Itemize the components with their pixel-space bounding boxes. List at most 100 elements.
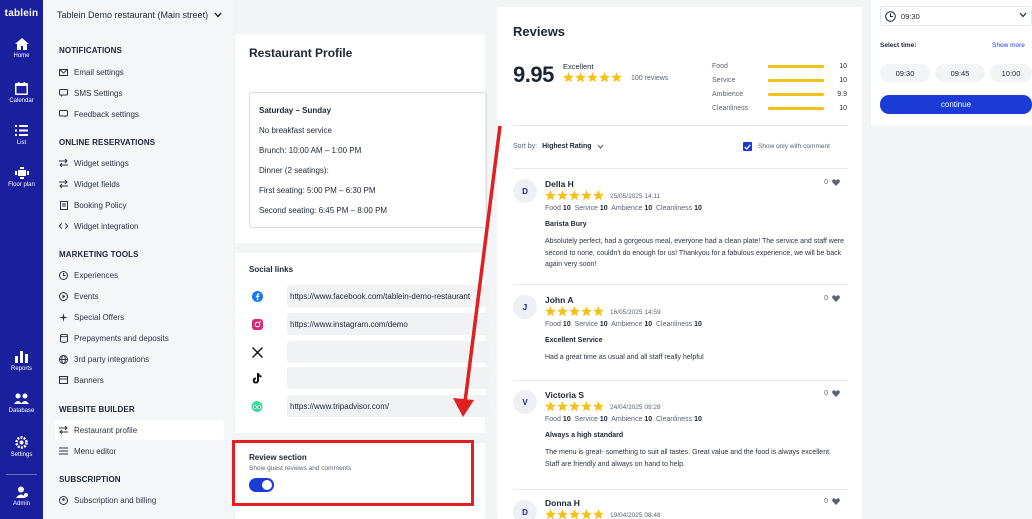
menu-item-third-party[interactable]: 3rd party integrations <box>59 349 225 369</box>
rail-item-list[interactable]: List <box>0 124 43 146</box>
hours-line: No breakfast service <box>259 126 332 135</box>
like-button[interactable]: 0 <box>824 498 840 505</box>
like-count: 0 <box>824 295 828 302</box>
category-value: 10 <box>839 104 847 112</box>
category-name: Cleanliness <box>712 104 749 112</box>
checkbox-checked[interactable] <box>743 142 752 151</box>
like-button[interactable]: 0 <box>824 295 840 302</box>
rail-item-settings[interactable]: Settings <box>0 436 43 458</box>
coins-icon <box>59 333 68 343</box>
instagram-icon <box>249 318 265 330</box>
menu-item-sms-settings[interactable]: SMS Settings <box>59 83 225 103</box>
overall-score: 9.95 <box>513 62 554 87</box>
divider <box>513 125 848 126</box>
nav-rail: tablein Home Calendar List Floor plan Re… <box>0 0 43 519</box>
time-select[interactable]: 09:30 <box>880 6 1032 26</box>
divider <box>513 168 848 169</box>
menu-item-menu-editor[interactable]: Menu editor <box>59 441 225 461</box>
menu-item-prepayments[interactable]: Prepayments and deposits <box>59 328 225 348</box>
menu-item-widget-fields[interactable]: Widget fields <box>59 174 225 194</box>
rail-item-reports[interactable]: Reports <box>0 351 43 372</box>
review-item: D Della H 0 25/05/2025 14:11 Food 10 Ser… <box>513 179 848 279</box>
swap-icon <box>59 159 68 168</box>
facebook-icon <box>249 290 265 302</box>
rail-item-admin[interactable]: Admin <box>0 486 43 507</box>
review-item: J John A 0 16/05/2025 14:59 Food 10 Serv… <box>513 295 848 375</box>
reviewer-name: John A <box>545 295 574 305</box>
divider <box>513 284 848 285</box>
menu-item-subscription-billing[interactable]: Subscription and billing <box>59 490 225 510</box>
divider <box>513 380 848 381</box>
menu-item-label: Prepayments and deposits <box>74 333 169 343</box>
category-bar <box>768 64 824 68</box>
continue-button[interactable]: continue <box>880 95 1032 114</box>
menu-item-experiences[interactable]: Experiences <box>59 265 225 285</box>
home-icon <box>14 38 29 50</box>
menu-item-label: Special Offers <box>74 312 125 322</box>
menu-item-widget-integration[interactable]: Widget integration <box>59 216 225 236</box>
hours-line: First seating: 5:00 PM – 6:30 PM <box>259 186 376 195</box>
restaurant-selector[interactable]: Tablein Demo restaurant (Main street) <box>57 10 222 20</box>
menu-item-label: Booking Policy <box>74 200 127 210</box>
tripadvisor-url-input[interactable]: https://www.tripadvisor.com/ <box>287 395 489 417</box>
app-logo: tablein <box>4 8 39 19</box>
only-with-comment-filter[interactable]: Show only with comment <box>743 142 830 151</box>
booking-widget: 09:30 Select time: Show more 09:30 09:45… <box>871 0 1032 126</box>
score-label: Excellent <box>563 62 594 71</box>
rail-label: Home <box>13 53 30 59</box>
menu-item-events[interactable]: Events <box>59 286 225 306</box>
check-icon <box>744 143 751 150</box>
menu-item-label: Restaurant profile <box>74 425 138 435</box>
sparkle-icon <box>59 312 68 322</box>
sms-icon <box>59 89 68 98</box>
review-stars <box>545 190 605 203</box>
review-stars <box>545 306 605 319</box>
rail-label: Admin <box>12 501 30 507</box>
menu-item-restaurant-profile[interactable]: Restaurant profile <box>55 420 224 440</box>
review-title: Excellent Service <box>545 337 603 344</box>
sort-value: Highest Rating <box>542 143 592 150</box>
menu-item-feedback-settings[interactable]: Feedback settings <box>59 104 225 124</box>
menu-item-label: Experiences <box>74 270 119 280</box>
review-text: The menu is great- something to suit all… <box>545 449 831 468</box>
tiktok-url-input[interactable] <box>287 367 489 389</box>
chevron-down-icon <box>214 12 222 18</box>
reviewer-name: Donna H <box>545 498 580 508</box>
settings-menu: Tablein Demo restaurant (Main street) NO… <box>43 0 233 519</box>
rail-item-floor-plan[interactable]: Floor plan <box>0 167 43 188</box>
clock-icon <box>885 10 896 22</box>
menu-item-widget-settings[interactable]: Widget settings <box>59 153 225 173</box>
banner-icon <box>59 376 68 385</box>
show-more-link[interactable]: Show more <box>992 42 1025 49</box>
reports-icon <box>15 351 28 363</box>
menu-item-label: Banners <box>74 375 104 385</box>
menu-item-special-offers[interactable]: Special Offers <box>59 307 225 327</box>
chevron-down-icon <box>1019 12 1027 18</box>
code-icon <box>59 222 68 231</box>
social-row-tripadvisor: https://www.tripadvisor.com/ <box>249 395 489 417</box>
category-name: Ambience <box>712 90 744 98</box>
time-slot[interactable]: 09:30 <box>880 64 930 82</box>
avatar: V <box>513 390 537 414</box>
rail-item-home[interactable]: Home <box>0 38 43 59</box>
category-food: Food 10 <box>712 60 847 72</box>
facebook-url-input[interactable]: https://www.facebook.com/tablein-demo-re… <box>287 285 489 307</box>
rail-item-database[interactable]: Database <box>0 393 43 414</box>
menu-item-label: Subscription and billing <box>74 495 157 505</box>
instagram-url-input[interactable]: https://www.instagram.com/demo <box>287 313 489 335</box>
menu-item-booking-policy[interactable]: Booking Policy <box>59 195 225 215</box>
rail-item-calendar[interactable]: Calendar <box>0 82 43 104</box>
like-button[interactable]: 0 <box>824 179 840 186</box>
category-value: 9.9 <box>837 90 847 98</box>
opening-hours-editor[interactable]: Saturday – Sunday No breakfast service B… <box>249 92 487 228</box>
like-button[interactable]: 0 <box>824 390 840 397</box>
time-slot[interactable]: 10:00 <box>990 64 1032 82</box>
menu-item-email-settings[interactable]: Email settings <box>59 62 225 82</box>
social-row-x <box>249 341 489 363</box>
sort-label: Sort by: <box>513 143 538 150</box>
hours-line: Brunch: 10:00 AM – 1:00 PM <box>259 146 362 155</box>
time-slot[interactable]: 09:45 <box>935 64 985 82</box>
menu-item-banners[interactable]: Banners <box>59 370 225 390</box>
sort-control[interactable]: Sort by: Highest Rating <box>513 143 604 150</box>
x-url-input[interactable] <box>287 341 489 363</box>
